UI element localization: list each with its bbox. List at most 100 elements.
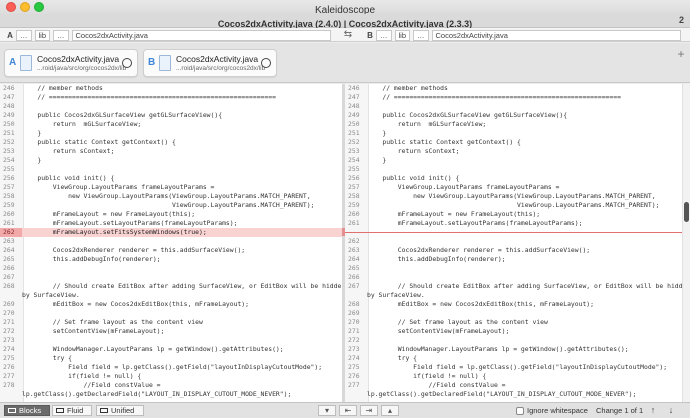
- code-line[interactable]: 266: [0, 264, 342, 273]
- ignore-whitespace-label[interactable]: Ignore whitespace: [527, 406, 588, 415]
- next-change-button[interactable]: ↓: [664, 405, 678, 416]
- code-line[interactable]: 248: [0, 102, 342, 111]
- code-line[interactable]: 249 public Cocos2dxGLSurfaceView getGLSu…: [0, 111, 342, 120]
- code-line[interactable]: 259 ViewGroup.LayoutParams.MATCH_PARENT)…: [345, 201, 682, 210]
- code-line[interactable]: 274 WindowManager.LayoutParams lp = getW…: [0, 345, 342, 354]
- path-a-file[interactable]: Cocos2dxActivity.java: [71, 29, 331, 41]
- code-line[interactable]: 270 // Set frame layout as the content v…: [345, 318, 682, 327]
- ignore-whitespace-checkbox[interactable]: [516, 407, 524, 415]
- code-line[interactable]: 269 mEditBox = new Cocos2dxEditBox(this,…: [0, 300, 342, 309]
- code-line[interactable]: 253 return sContext;: [345, 147, 682, 156]
- nav-button[interactable]: ⇤: [339, 405, 357, 416]
- close-window-button[interactable]: [6, 2, 16, 12]
- code-line[interactable]: 256 public void init() {: [345, 174, 682, 183]
- code-line[interactable]: 252 public static Context getContext() {: [0, 138, 342, 147]
- code-line[interactable]: 251 }: [345, 129, 682, 138]
- code-line[interactable]: 263 Cocos2dxRenderer renderer = this.add…: [345, 246, 682, 255]
- code-line[interactable]: 265 this.addDebugInfo(renderer);: [0, 255, 342, 264]
- code-line[interactable]: 265: [345, 264, 682, 273]
- minimize-window-button[interactable]: [20, 2, 30, 12]
- code-line[interactable]: 262: [345, 237, 682, 246]
- code-line[interactable]: 273 WindowManager.LayoutParams lp = getW…: [345, 345, 682, 354]
- code-line[interactable]: 274 try {: [345, 354, 682, 363]
- code-line[interactable]: 256 public void init() {: [0, 174, 342, 183]
- scrollbar-thumb[interactable]: [684, 202, 689, 222]
- path-b-segment[interactable]: …: [376, 29, 392, 41]
- code-line[interactable]: 276 Field field = lp.getClass().getField…: [0, 363, 342, 372]
- code-line[interactable]: 260 mFrameLayout = new FrameLayout(this)…: [0, 210, 342, 219]
- code-line[interactable]: 267: [0, 273, 342, 282]
- code-line[interactable]: 257 ViewGroup.LayoutParams frameLayoutPa…: [0, 183, 342, 192]
- code-line[interactable]: 246 // member methods: [345, 84, 682, 93]
- code-line[interactable]: 254 }: [345, 156, 682, 165]
- path-a-segment[interactable]: …: [53, 29, 69, 41]
- right-pane[interactable]: 246 // member methods 247 // ============…: [345, 84, 682, 402]
- add-file-icon[interactable]: +: [676, 48, 686, 60]
- code-line[interactable]: 266: [345, 273, 682, 282]
- code-line[interactable]: by SurfaceView.: [345, 291, 682, 300]
- swap-sides-icon[interactable]: ⇆: [338, 28, 358, 42]
- changed-line[interactable]: 262 mFrameLayout.setFitsSystemWindows(tr…: [0, 228, 342, 237]
- code-line[interactable]: 269: [345, 309, 682, 318]
- path-b-segment[interactable]: lib: [394, 29, 411, 41]
- fluid-view-button[interactable]: Fluid: [52, 405, 92, 416]
- code-line[interactable]: 254 }: [0, 156, 342, 165]
- zoom-window-button[interactable]: [34, 2, 44, 12]
- code-line[interactable]: 249 public Cocos2dxGLSurfaceView getGLSu…: [345, 111, 682, 120]
- file-card-b[interactable]: B Cocos2dxActivity.java ...roid/java/src…: [143, 49, 277, 77]
- code-line[interactable]: 261 mFrameLayout.setLayoutParams(frameLa…: [0, 219, 342, 228]
- code-line[interactable]: 247 // =================================…: [345, 93, 682, 102]
- code-line[interactable]: lp.getClass().getDeclaredField("LAYOUT_I…: [0, 390, 342, 399]
- code-line[interactable]: by SurfaceView.: [0, 291, 342, 300]
- code-line[interactable]: 275 try {: [0, 354, 342, 363]
- code-line[interactable]: 246 // member methods: [0, 84, 342, 93]
- code-line[interactable]: 260 mFrameLayout = new FrameLayout(this)…: [345, 210, 682, 219]
- code-line[interactable]: 255: [0, 165, 342, 174]
- unified-view-button[interactable]: Unified: [96, 405, 144, 416]
- vertical-scrollbar[interactable]: [682, 84, 690, 402]
- code-line[interactable]: 250 return mGLSurfaceView;: [345, 120, 682, 129]
- code-line[interactable]: 258 new ViewGroup.LayoutParams(ViewGroup…: [0, 192, 342, 201]
- code-line[interactable]: 271 // Set frame layout as the content v…: [0, 318, 342, 327]
- code-line[interactable]: 251 }: [0, 129, 342, 138]
- code-line[interactable]: 275 Field field = lp.getClass().getField…: [345, 363, 682, 372]
- path-b-file[interactable]: Cocos2dxActivity.java: [431, 29, 681, 41]
- code-line[interactable]: 247 // =================================…: [0, 93, 342, 102]
- file-card-a[interactable]: A Cocos2dxActivity.java ...roid/java/src…: [4, 49, 138, 77]
- code-line[interactable]: 253 return sContext;: [0, 147, 342, 156]
- previous-change-button[interactable]: ↑: [646, 405, 660, 416]
- code-line[interactable]: 258 new ViewGroup.LayoutParams(ViewGroup…: [345, 192, 682, 201]
- code-line[interactable]: 270: [0, 309, 342, 318]
- code-line[interactable]: 248: [345, 102, 682, 111]
- code-line[interactable]: 271 setContentView(mFrameLayout);: [345, 327, 682, 336]
- nav-button[interactable]: ⇥: [360, 405, 378, 416]
- code-line[interactable]: 250 return mGLSurfaceView;: [0, 120, 342, 129]
- code-line[interactable]: lp.getClass().getDeclaredField("LAYOUT_I…: [345, 390, 682, 399]
- code-line[interactable]: 264 this.addDebugInfo(renderer);: [345, 255, 682, 264]
- code-line[interactable]: 259 ViewGroup.LayoutParams.MATCH_PARENT)…: [0, 201, 342, 210]
- path-a-segment[interactable]: lib: [34, 29, 51, 41]
- code-line[interactable]: 252 public static Context getContext() {: [345, 138, 682, 147]
- path-b-segment[interactable]: …: [413, 29, 429, 41]
- code-line[interactable]: 263: [0, 237, 342, 246]
- code-line[interactable]: 257 ViewGroup.LayoutParams frameLayoutPa…: [345, 183, 682, 192]
- nav-button[interactable]: ▾: [318, 405, 336, 416]
- code-line[interactable]: 272: [345, 336, 682, 345]
- code-line[interactable]: 273: [0, 336, 342, 345]
- code-line[interactable]: 264 Cocos2dxRenderer renderer = this.add…: [0, 246, 342, 255]
- left-pane[interactable]: 246 // member methods 247 // ============…: [0, 84, 342, 402]
- line-code: mEditBox = new Cocos2dxEditBox(this, mFr…: [22, 300, 250, 308]
- nav-button[interactable]: ▴: [381, 405, 399, 416]
- code-line[interactable]: 272 setContentView(mFrameLayout);: [0, 327, 342, 336]
- code-line[interactable]: 261 mFrameLayout.setLayoutParams(frameLa…: [345, 219, 682, 228]
- code-line[interactable]: 268 // Should create EditBox after addin…: [0, 282, 342, 291]
- code-line[interactable]: 267 // Should create EditBox after addin…: [345, 282, 682, 291]
- code-line[interactable]: 278 //Field constValue =: [0, 381, 342, 390]
- code-line[interactable]: 268 mEditBox = new Cocos2dxEditBox(this,…: [345, 300, 682, 309]
- path-a-segment[interactable]: …: [16, 29, 32, 41]
- blocks-view-button[interactable]: Blocks: [4, 405, 50, 416]
- code-line[interactable]: 277 if(field != null) {: [0, 372, 342, 381]
- code-line[interactable]: 276 if(field != null) {: [345, 372, 682, 381]
- code-line[interactable]: 255: [345, 165, 682, 174]
- code-line[interactable]: 277 //Field constValue =: [345, 381, 682, 390]
